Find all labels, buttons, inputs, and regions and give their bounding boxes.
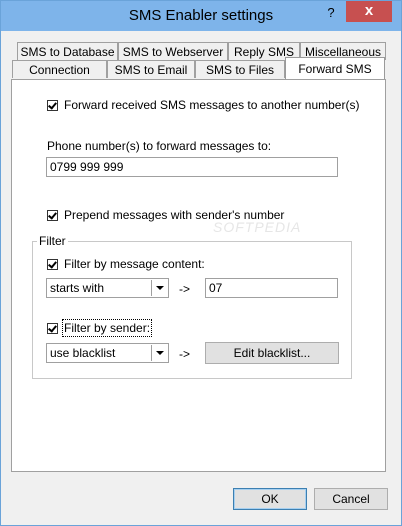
- content-mode-value: starts with: [50, 281, 105, 295]
- title-bar[interactable]: SMS Enabler settings ? x: [1, 1, 401, 31]
- filter-content-checkbox-row[interactable]: Filter by message content:: [47, 257, 205, 271]
- content-arrow: ->: [179, 282, 191, 296]
- phone-numbers-input[interactable]: 0799 999 999: [46, 157, 338, 177]
- filter-content-label: Filter by message content:: [64, 257, 205, 271]
- settings-window: SMS Enabler settings ? x SMS to Database…: [0, 0, 402, 526]
- chevron-down-icon[interactable]: [151, 280, 167, 296]
- content-value-input[interactable]: 07: [205, 278, 338, 298]
- close-icon: x: [364, 2, 374, 19]
- forward-enable-checkbox-row[interactable]: Forward received SMS messages to another…: [47, 98, 359, 112]
- ok-button[interactable]: OK: [233, 488, 307, 510]
- tab-sms-to-database[interactable]: SMS to Database: [17, 42, 118, 60]
- help-button[interactable]: ?: [319, 3, 343, 23]
- tab-sms-to-webserver[interactable]: SMS to Webserver: [118, 42, 228, 60]
- filter-sender-label: Filter by sender:: [61, 319, 153, 337]
- filter-content-checkbox[interactable]: [47, 258, 58, 270]
- chevron-down-icon[interactable]: [151, 345, 167, 361]
- tab-forward-sms[interactable]: Forward SMS: [285, 57, 385, 79]
- filter-group-label: Filter: [37, 234, 68, 248]
- edit-blacklist-button[interactable]: Edit blacklist...: [205, 342, 339, 364]
- forward-enable-checkbox[interactable]: [47, 99, 58, 111]
- sender-mode-select[interactable]: use blacklist: [46, 343, 169, 363]
- prepend-checkbox[interactable]: [47, 209, 58, 221]
- prepend-checkbox-row[interactable]: Prepend messages with sender's number: [47, 208, 284, 222]
- tab-connection[interactable]: Connection: [12, 60, 107, 78]
- sender-mode-value: use blacklist: [50, 346, 116, 360]
- filter-sender-checkbox[interactable]: [47, 322, 58, 334]
- cancel-button[interactable]: Cancel: [314, 488, 388, 510]
- tab-sms-to-email[interactable]: SMS to Email: [107, 60, 195, 78]
- forward-enable-label: Forward received SMS messages to another…: [64, 98, 360, 112]
- tab-sms-to-files[interactable]: SMS to Files: [195, 60, 285, 78]
- sender-arrow: ->: [179, 347, 191, 361]
- prepend-label: Prepend messages with sender's number: [64, 208, 285, 222]
- filter-sender-checkbox-row[interactable]: Filter by sender:: [47, 319, 153, 337]
- phone-numbers-label: Phone number(s) to forward messages to:: [47, 139, 272, 153]
- close-button[interactable]: x: [346, 1, 392, 22]
- content-mode-select[interactable]: starts with: [46, 278, 169, 298]
